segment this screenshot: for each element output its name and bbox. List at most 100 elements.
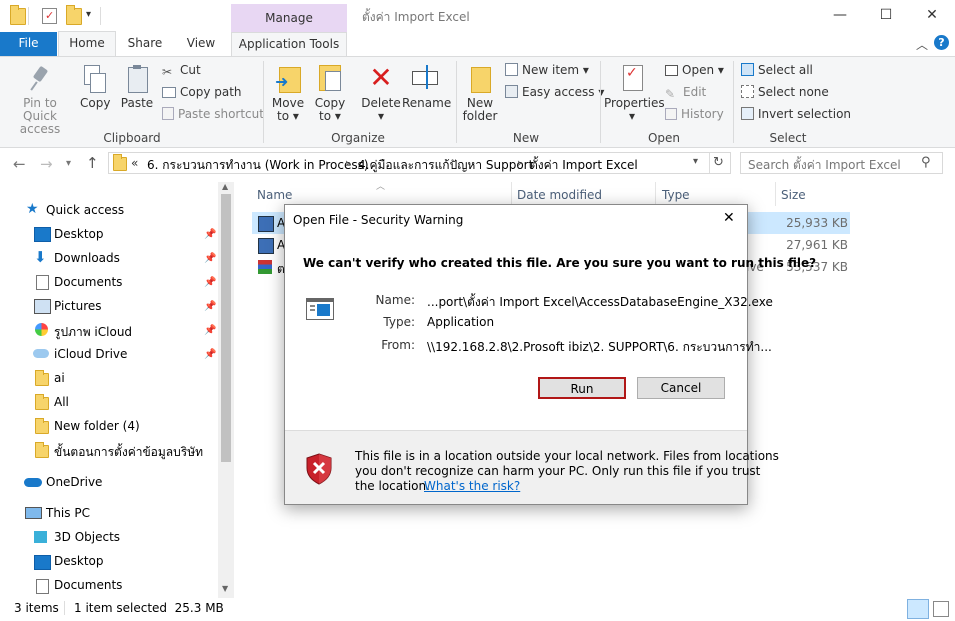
folder-icon <box>35 394 49 410</box>
nav-item-icloud-photos[interactable]: รูปภาพ iCloud <box>54 323 132 342</box>
nav-item-desktop[interactable]: Desktop <box>54 227 104 241</box>
nav-item-folder[interactable]: All <box>54 395 69 409</box>
easy-access-button[interactable]: Easy access ▾ <box>505 85 604 99</box>
copy-button[interactable]: Copy <box>80 65 110 110</box>
warning-text-line-3: the location. <box>355 479 430 493</box>
rename-icon <box>412 63 438 93</box>
new-folder-qa-icon[interactable] <box>66 5 82 25</box>
computer-icon <box>25 507 42 519</box>
pin-icon[interactable]: 📌 <box>204 277 216 288</box>
tab-view[interactable]: View <box>178 32 224 56</box>
file-size: 27,961 KB <box>786 238 848 252</box>
tab-application-tools[interactable]: Application Tools <box>231 32 347 56</box>
paste-shortcut-button[interactable]: Paste shortcut <box>162 107 264 121</box>
column-header-type[interactable]: Type <box>662 188 690 202</box>
copy-path-button[interactable]: Copy path <box>162 85 242 99</box>
scrollbar-thumb[interactable] <box>221 194 231 462</box>
scroll-down-icon[interactable]: ▼ <box>222 584 228 593</box>
dialog-close-button[interactable]: ✕ <box>723 210 735 226</box>
invert-selection-button[interactable]: Invert selection <box>741 107 851 121</box>
group-divider <box>456 61 457 143</box>
navigation-pane: ★ Quick access Desktop 📌 ⬇ Downloads 📌 D… <box>0 180 234 598</box>
rename-button[interactable]: Rename <box>402 63 451 110</box>
select-all-button[interactable]: Select all <box>741 63 813 77</box>
properties-button[interactable]: ✓ Properties ▾ <box>604 63 665 123</box>
details-view-icon[interactable] <box>907 599 929 619</box>
breadcrumb-item[interactable]: 4.คู่มือและการแก้ปัญหา Support <box>358 156 533 175</box>
nav-pc-item-desktop[interactable]: Desktop <box>54 554 104 568</box>
refresh-icon[interactable]: ↻ <box>713 155 724 170</box>
pin-icon[interactable]: 📌 <box>204 229 216 240</box>
new-folder-button[interactable]: New folder <box>461 63 499 123</box>
nav-item-icloud-drive[interactable]: iCloud Drive <box>54 347 127 361</box>
edit-button[interactable]: ✎ Edit <box>665 85 706 101</box>
pin-quick-access-button[interactable]: Pin to Quick access <box>6 65 74 136</box>
nav-item-folder[interactable]: ขั้นตอนการตั้งค่าข้อมูลบริษัท <box>54 443 203 462</box>
collapse-ribbon-icon[interactable]: ︿ <box>916 36 928 53</box>
close-window-button[interactable]: ✕ <box>909 0 955 32</box>
help-icon[interactable]: ? <box>934 35 949 50</box>
breadcrumb-overflow[interactable]: « <box>131 156 138 170</box>
nav-item-downloads[interactable]: Downloads <box>54 251 120 265</box>
tab-file[interactable]: File <box>0 32 57 56</box>
paste-button[interactable]: Paste <box>119 65 155 110</box>
breadcrumb-item[interactable]: 6. กระบวนการทำงาน (Work in Process) <box>147 156 369 175</box>
invert-selection-icon <box>741 107 754 120</box>
nav-scrollbar[interactable]: ▲ ▼ <box>218 182 234 598</box>
pin-icon[interactable]: 📌 <box>204 253 216 264</box>
pin-icon[interactable]: 📌 <box>204 325 216 336</box>
search-input[interactable]: Search ตั้งค่า Import Excel ⚲ <box>740 152 943 174</box>
nav-pc-item-documents[interactable]: Documents <box>54 578 122 592</box>
group-label-open: Open <box>647 131 681 145</box>
scroll-up-icon[interactable]: ▲ <box>222 182 228 191</box>
cancel-button[interactable]: Cancel <box>637 377 725 399</box>
icloud-photos-icon <box>35 323 48 336</box>
cut-button[interactable]: ✂ Cut <box>162 63 201 79</box>
address-dropdown-icon[interactable]: ▾ <box>693 156 698 167</box>
properties-qa-icon[interactable]: ✓ <box>42 8 57 24</box>
column-divider[interactable] <box>775 182 776 206</box>
breadcrumb-current[interactable]: ตั้งค่า Import Excel <box>530 156 638 175</box>
pictures-icon <box>34 299 51 314</box>
tab-share[interactable]: Share <box>122 32 168 56</box>
folder-icon <box>113 154 127 171</box>
nav-quick-access[interactable]: Quick access <box>46 203 124 217</box>
nav-item-documents[interactable]: Documents <box>54 275 122 289</box>
select-none-button[interactable]: Select none <box>741 85 829 99</box>
address-bar[interactable]: « 6. กระบวนการทำงาน (Work in Process) › … <box>108 152 731 174</box>
search-icon[interactable]: ⚲ <box>921 155 931 170</box>
back-arrow-icon[interactable]: ← <box>13 155 26 173</box>
run-button[interactable]: Run <box>538 377 626 399</box>
nav-item-pictures[interactable]: Pictures <box>54 299 102 313</box>
file-size: 25,933 KB <box>786 216 848 230</box>
tab-home[interactable]: Home <box>58 31 116 57</box>
pin-icon[interactable]: 📌 <box>204 301 216 312</box>
forward-arrow-icon[interactable]: → <box>40 155 53 173</box>
nav-item-folder[interactable]: ai <box>54 371 65 385</box>
new-item-button[interactable]: New item ▾ <box>505 63 589 77</box>
recent-locations-icon[interactable]: ▾ <box>66 158 71 169</box>
whats-the-risk-link[interactable]: What's the risk? <box>424 479 520 493</box>
column-divider[interactable] <box>511 182 512 206</box>
minimize-button[interactable]: — <box>817 0 863 32</box>
large-icons-view-icon[interactable] <box>933 601 949 617</box>
nav-this-pc[interactable]: This PC <box>46 506 90 520</box>
qa-customize-icon[interactable]: ▾ <box>86 9 91 20</box>
nav-pc-item-3d-objects[interactable]: 3D Objects <box>54 530 120 544</box>
3d-objects-icon <box>34 531 47 543</box>
up-arrow-icon[interactable]: ↑ <box>86 154 99 172</box>
column-header-date[interactable]: Date modified <box>517 188 602 202</box>
delete-button[interactable]: ✕ Delete ▾ <box>361 63 401 123</box>
copy-to-button[interactable]: Copy to ▾ <box>312 63 348 123</box>
nav-onedrive[interactable]: OneDrive <box>46 475 102 489</box>
column-header-size[interactable]: Size <box>781 188 806 202</box>
nav-item-folder[interactable]: New folder (4) <box>54 419 140 433</box>
pin-icon[interactable]: 📌 <box>204 349 216 360</box>
open-button[interactable]: Open ▾ <box>665 63 724 77</box>
move-to-button[interactable]: ➜ Move to ▾ <box>270 63 306 123</box>
sort-ascending-icon: ︿ <box>376 182 386 192</box>
history-button[interactable]: History <box>665 107 724 121</box>
column-divider[interactable] <box>655 182 656 206</box>
column-header-name[interactable]: Name <box>257 188 292 202</box>
maximize-button[interactable]: ☐ <box>863 0 909 32</box>
